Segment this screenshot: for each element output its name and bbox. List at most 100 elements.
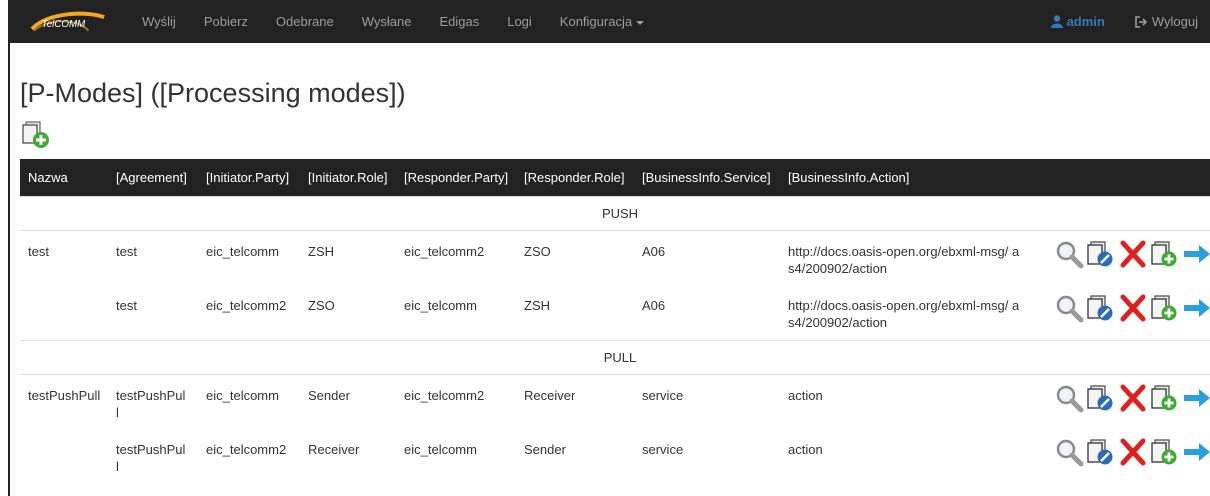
cell-action: action: [780, 373, 1028, 429]
svg-text:TelCOMM: TelCOMM: [42, 18, 86, 29]
cell-responder-role: Receiver: [516, 373, 634, 429]
action-icons: [1036, 239, 1210, 269]
cell-service: A06: [642, 298, 666, 313]
page-title: [P-Modes] ([Processing modes]): [20, 78, 406, 108]
cell-agreement: test: [108, 229, 198, 285]
action-icons: [1036, 293, 1210, 323]
row-actions: [1028, 373, 1210, 429]
user-icon: [1050, 15, 1063, 28]
edit-document-icon[interactable]: [1086, 239, 1116, 269]
col-header-initiator-role[interactable]: [Initiator.Role]: [300, 159, 396, 196]
user-menu-admin[interactable]: admin: [1037, 14, 1119, 29]
pmodes-table-wrap: Nazwa [Agreement] [Initiator.Party] [Ini…: [20, 159, 1210, 484]
magnifier-icon[interactable]: [1054, 437, 1084, 467]
add-document-icon[interactable]: [1150, 383, 1180, 413]
col-header-responder-role[interactable]: [Responder.Role]: [516, 159, 634, 196]
logout-label: Wyloguj: [1151, 14, 1198, 29]
cell-initiator-role: ZSO: [308, 298, 335, 313]
brand-logo[interactable]: TelCOMM: [10, 0, 110, 43]
group-label: PUSH: [20, 195, 1210, 230]
edit-document-icon[interactable]: [1086, 383, 1116, 413]
col-header-responder-party[interactable]: [Responder.Party]: [396, 159, 516, 196]
cell-initiator-party: eic_telcomm2: [206, 442, 287, 457]
cell-responder-party: eic_telcomm2: [396, 373, 516, 429]
nav-link-send[interactable]: Wyślij: [128, 0, 190, 43]
blue-arrow-icon[interactable]: [1182, 437, 1210, 467]
cell-action: action: [788, 442, 823, 457]
edit-document-icon[interactable]: [1086, 437, 1116, 467]
col-header-service[interactable]: [BusinessInfo.Service]: [634, 159, 780, 196]
action-icons: [1036, 437, 1210, 467]
add-document-icon[interactable]: [1150, 293, 1180, 323]
edit-document-icon[interactable]: [1086, 293, 1116, 323]
red-x-icon[interactable]: [1118, 239, 1148, 269]
nav-link-sent[interactable]: Wysłane: [348, 0, 426, 43]
add-document-icon[interactable]: [1150, 239, 1180, 269]
user-name: admin: [1066, 14, 1105, 29]
cell-responder-party: eic_telcomm: [404, 298, 477, 313]
magnifier-icon[interactable]: [1054, 239, 1084, 269]
group-row-pull: PULL: [20, 339, 1210, 374]
top-navbar: TelCOMM Wyślij Pobierz Odebrane Wysłane …: [10, 0, 1210, 43]
cell-initiator-party: eic_telcomm: [198, 373, 300, 429]
magnifier-icon[interactable]: [1054, 293, 1084, 323]
cell-responder-role: Sender: [524, 442, 566, 457]
cell-service: A06: [634, 229, 780, 285]
table-row: testPushPul l eic_telcomm2 Receiver eic_tel…: [20, 429, 1210, 484]
cell-initiator-role: ZSH: [300, 229, 396, 285]
cell-name: test: [20, 229, 108, 285]
col-header-agreement[interactable]: [Agreement]: [108, 159, 198, 196]
logout-icon: [1135, 15, 1148, 28]
nav-dropdown-config-label: Konfiguracja: [559, 14, 633, 29]
group-row-push: PUSH: [20, 195, 1210, 230]
cell-action: http://docs.oasis-open.org/ebxml-msg/ as…: [788, 298, 1020, 330]
nav-dropdown-config[interactable]: Konfiguracja: [546, 0, 658, 43]
row-actions: [1028, 229, 1210, 285]
cell-initiator-party: eic_telcomm: [198, 229, 300, 285]
pmodes-table: Nazwa [Agreement] [Initiator.Party] [Ini…: [20, 159, 1210, 484]
cell-initiator-party: eic_telcomm2: [206, 298, 287, 313]
telcomm-logo-icon: TelCOMM: [30, 11, 105, 32]
table-row: test eic_telcomm2 ZSO eic_telcomm ZSH A06 http…: [20, 285, 1210, 340]
cell-responder-role: ZSH: [524, 298, 550, 313]
nav-links: Wyślij Pobierz Odebrane Wysłane Edigas L…: [128, 0, 658, 43]
table-body: PUSH test test eic_telcomm ZSH eic_telcomm2 ZS…: [20, 195, 1210, 484]
table-header-row: Nazwa [Agreement] [Initiator.Party] [Ini…: [20, 159, 1210, 196]
col-header-initiator-party[interactable]: [Initiator.Party]: [198, 159, 300, 196]
cell-initiator-role: Receiver: [308, 442, 360, 457]
group-label: PULL: [20, 339, 1210, 374]
cell-initiator-role: Sender: [300, 373, 396, 429]
cell-agreement: test: [116, 298, 137, 313]
cell-responder-role: ZSO: [516, 229, 634, 285]
cell-service: service: [634, 373, 780, 429]
blue-arrow-icon[interactable]: [1182, 293, 1210, 323]
nav-link-edigas[interactable]: Edigas: [425, 0, 493, 43]
add-pmode-button-icon[interactable]: [22, 120, 52, 150]
cell-responder-party: eic_telcomm2: [396, 229, 516, 285]
nav-link-logs[interactable]: Logi: [493, 0, 546, 43]
red-x-icon[interactable]: [1118, 437, 1148, 467]
cell-name: [20, 429, 108, 484]
caret-down-icon: [636, 20, 645, 25]
col-header-actions: [1028, 159, 1210, 196]
col-header-action[interactable]: [BusinessInfo.Action]: [780, 159, 1028, 196]
blue-arrow-icon[interactable]: [1182, 239, 1210, 269]
magnifier-icon[interactable]: [1054, 383, 1084, 413]
cell-name: [20, 285, 108, 340]
cell-agreement: testPushPul l: [108, 373, 198, 429]
row-actions: [1028, 429, 1210, 484]
blue-arrow-icon[interactable]: [1182, 383, 1210, 413]
action-icons: [1036, 383, 1210, 413]
table-row: test test eic_telcomm ZSH eic_telcomm2 ZSO A06…: [20, 229, 1210, 285]
page-frame: TelCOMM Wyślij Pobierz Odebrane Wysłane …: [8, 0, 1210, 496]
add-document-icon[interactable]: [1150, 437, 1180, 467]
red-x-icon[interactable]: [1118, 293, 1148, 323]
nav-link-download[interactable]: Pobierz: [190, 0, 262, 43]
cell-responder-party: eic_telcomm: [404, 442, 477, 457]
nav-link-received[interactable]: Odebrane: [262, 0, 348, 43]
logout-link[interactable]: Wyloguj: [1119, 14, 1210, 29]
cell-name: testPushPull: [20, 373, 108, 429]
col-header-name[interactable]: Nazwa: [20, 159, 108, 196]
red-x-icon[interactable]: [1118, 383, 1148, 413]
cell-agreement: testPushPul l: [116, 442, 186, 474]
